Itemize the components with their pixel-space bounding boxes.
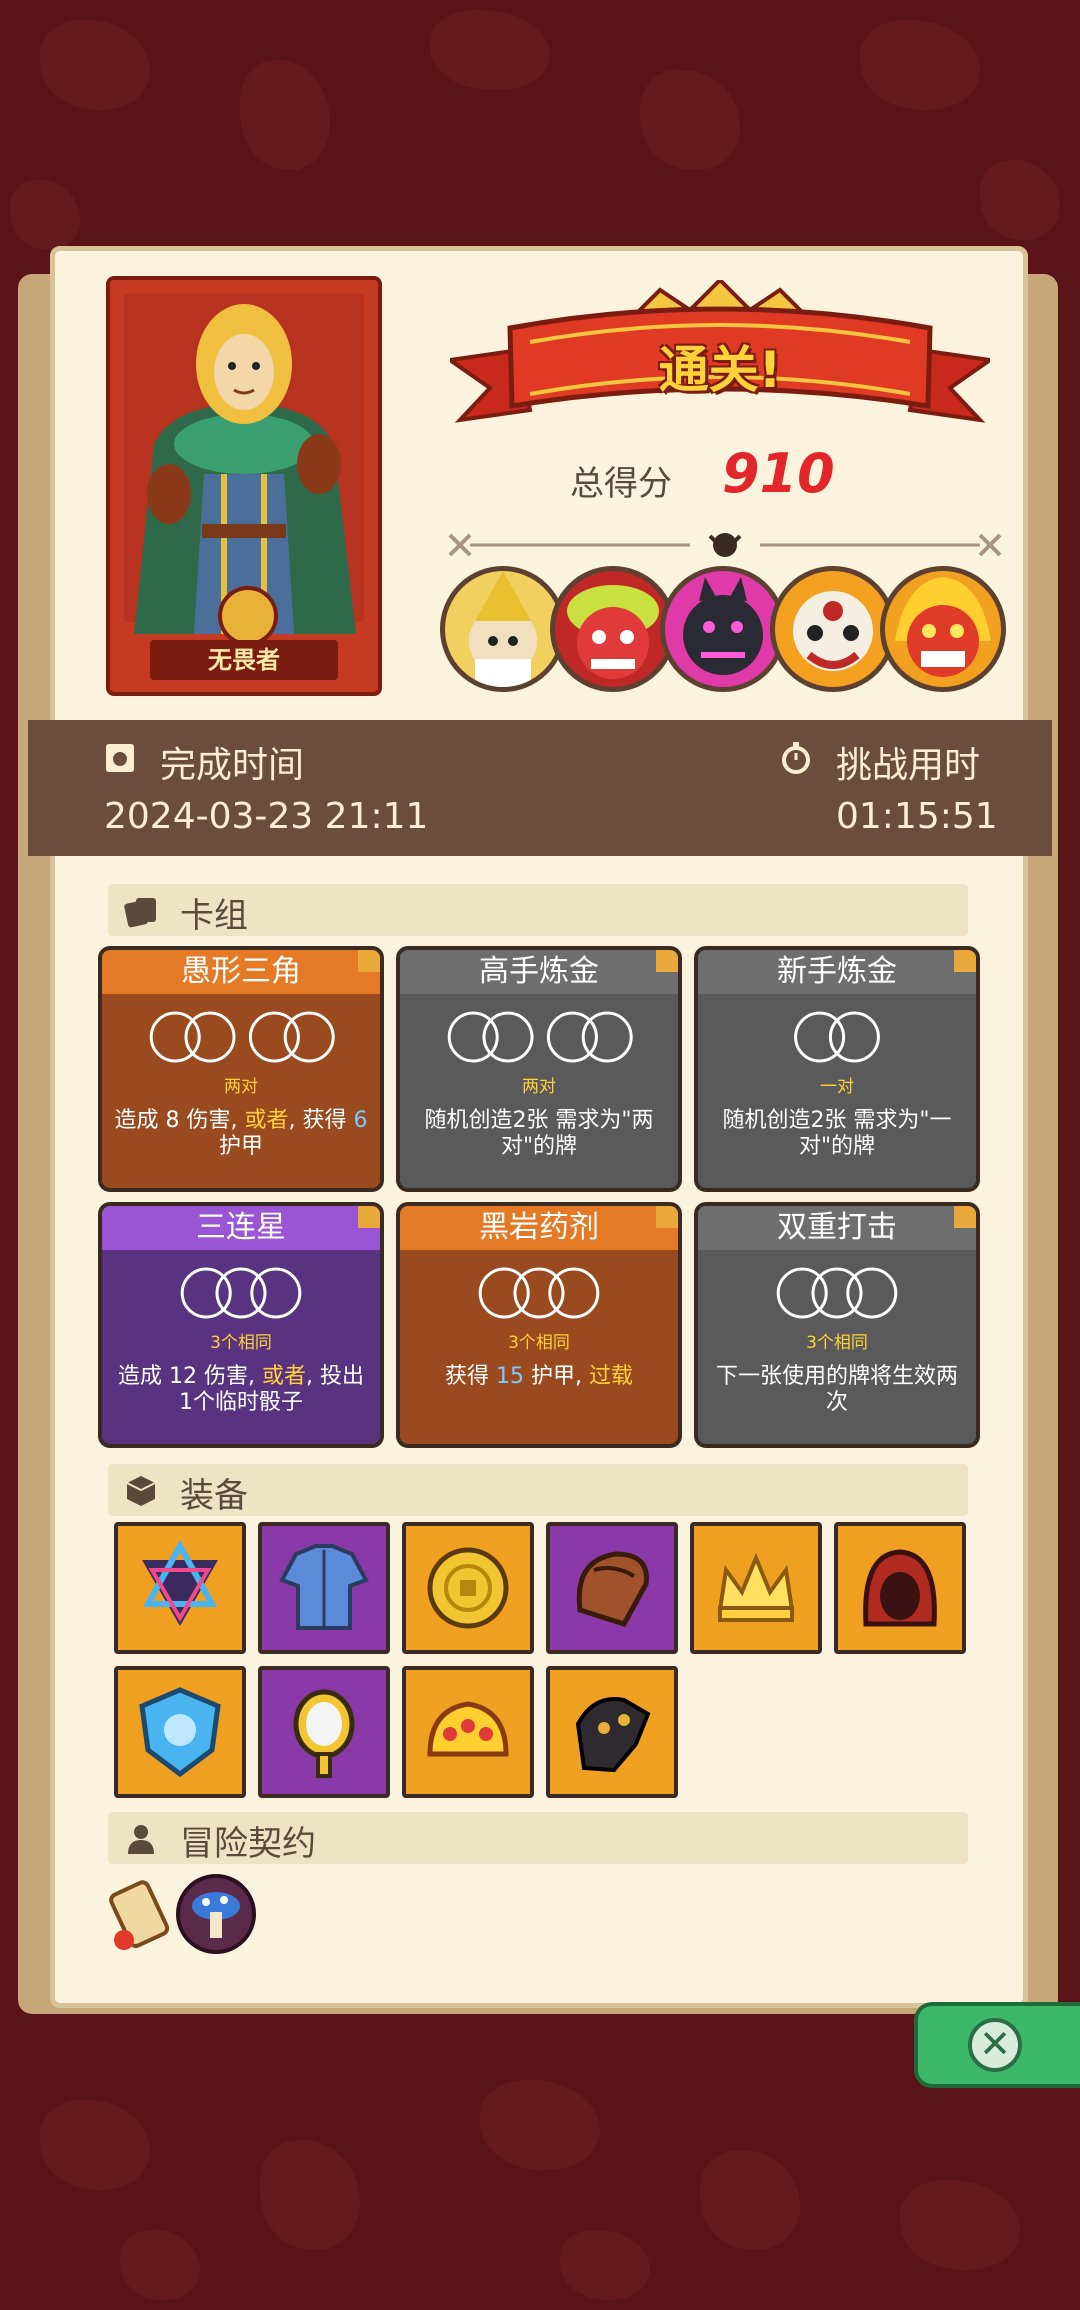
challenge-time-value: 01:15:51 [836, 796, 998, 837]
deck-card[interactable]: 愚形三角两对造成 8 伤害, 或者, 获得 6 护甲 [98, 946, 384, 1192]
boss-divider [448, 533, 1002, 557]
boss-fire-lord-icon[interactable] [880, 566, 1006, 692]
card-description: 随机创造2张 需求为"两对"的牌 [424, 1108, 654, 1159]
card-corner-icon [656, 950, 678, 972]
scroll-icon[interactable] [100, 1876, 184, 1960]
card-description: 造成 12 伤害, 或者, 投出1个临时骰子 [118, 1364, 364, 1415]
card-requirement: 3个相同 [806, 1333, 868, 1353]
blue-crest-shield-icon[interactable] [114, 1666, 246, 1798]
boss-wizard-icon[interactable] [440, 566, 566, 692]
card-title: 双重打击 [698, 1206, 976, 1250]
deck-card[interactable]: 新手炼金一对随机创造2张 需求为"一对"的牌 [694, 946, 980, 1192]
defeated-bosses [440, 566, 1010, 696]
hero-name: 无畏者 [150, 640, 338, 680]
stopwatch-icon [782, 742, 810, 774]
card-requirement: 两对 [522, 1077, 556, 1097]
boss-shadow-beast-icon[interactable] [660, 566, 786, 692]
dice-slots-icon [478, 1267, 600, 1319]
dice-slots-icon [149, 1011, 335, 1063]
finish-time-label: 完成时间 [160, 745, 305, 786]
leather-pauldron-icon[interactable] [546, 1522, 678, 1654]
dark-gauntlet-icon[interactable] [546, 1666, 678, 1798]
dice-slots-icon [794, 1011, 880, 1063]
deck-section-title: 卡组 [180, 896, 248, 936]
card-description: 随机创造2张 需求为"一对"的牌 [722, 1108, 952, 1159]
info-bar: 完成时间 2024-03-23 21:11 挑战用时 01:15:51 [28, 720, 1052, 856]
dice-slots-icon [447, 1011, 633, 1063]
contracts-section-title: 冒险契约 [180, 1824, 316, 1864]
card-requirement: 一对 [820, 1077, 854, 1097]
banner-title: 通关! [658, 341, 782, 399]
dice-slots-icon [776, 1267, 898, 1319]
triangle-emblem-icon[interactable] [114, 1522, 246, 1654]
close-button[interactable]: ✕ [914, 2002, 1080, 2088]
calendar-icon [106, 744, 134, 772]
card-title: 高手炼金 [400, 950, 678, 994]
card-corner-icon [358, 950, 380, 972]
contract-person-icon [128, 1825, 154, 1854]
card-description: 造成 8 伤害, 或者, 获得 6 护甲 [114, 1108, 368, 1159]
equipment-section-title: 装备 [180, 1476, 248, 1516]
hero-portrait [124, 294, 364, 634]
hero-figure-icon [134, 304, 356, 634]
crown-icon[interactable] [690, 1522, 822, 1654]
card-requirement: 两对 [224, 1077, 258, 1097]
contracts-section-header: 冒险契约 [108, 1812, 968, 1864]
boss-masked-demon-icon[interactable] [770, 566, 896, 692]
card-description: 获得 15 护甲, 过载 [445, 1364, 633, 1389]
deck-section-header: 卡组 [108, 884, 968, 936]
hero-medal-icon [218, 586, 278, 646]
deck-card[interactable]: 双重打击 3个相同下一张使用的牌将生效两次 [694, 1202, 980, 1448]
challenge-time-label: 挑战用时 [836, 745, 981, 786]
card-title: 愚形三角 [102, 950, 380, 994]
card-requirement: 3个相同 [210, 1333, 272, 1353]
score-label: 总得分 [570, 464, 672, 504]
card-title: 新手炼金 [698, 950, 976, 994]
card-corner-icon [954, 950, 976, 972]
score-value: 910 [722, 442, 835, 505]
hand-mirror-icon[interactable] [258, 1666, 390, 1798]
card-corner-icon [954, 1206, 976, 1228]
dice-slots-icon [180, 1267, 302, 1319]
close-icon: ✕ [968, 2018, 1022, 2072]
deck-card[interactable]: 三连星 3个相同造成 12 伤害, 或者, 投出1个临时骰子 [98, 1202, 384, 1448]
card-corner-icon [358, 1206, 380, 1228]
card-title: 黑岩药剂 [400, 1206, 678, 1250]
card-description: 下一张使用的牌将生效两次 [715, 1364, 958, 1415]
card-corner-icon [656, 1206, 678, 1228]
deck-card[interactable]: 高手炼金两对随机创造2张 需求为"两对"的牌 [396, 946, 682, 1192]
boss-red-brute-icon[interactable] [550, 566, 676, 692]
gold-coin-icon[interactable] [402, 1522, 534, 1654]
hero-card[interactable]: 无畏者 [106, 276, 382, 696]
deck-card[interactable]: 黑岩药剂 3个相同获得 15 护甲, 过载 [396, 1202, 682, 1448]
cube-icon [126, 1476, 156, 1506]
mushroom-emblem-icon[interactable] [174, 1872, 258, 1956]
red-hood-icon[interactable] [834, 1522, 966, 1654]
card-title: 三连星 [102, 1206, 380, 1250]
tunic-icon[interactable] [258, 1522, 390, 1654]
cards-icon [124, 898, 156, 928]
card-requirement: 3个相同 [508, 1333, 570, 1353]
jeweled-crown-icon[interactable] [402, 1666, 534, 1798]
finish-time-value: 2024-03-23 21:11 [104, 796, 429, 837]
equipment-section-header: 装备 [108, 1464, 968, 1516]
